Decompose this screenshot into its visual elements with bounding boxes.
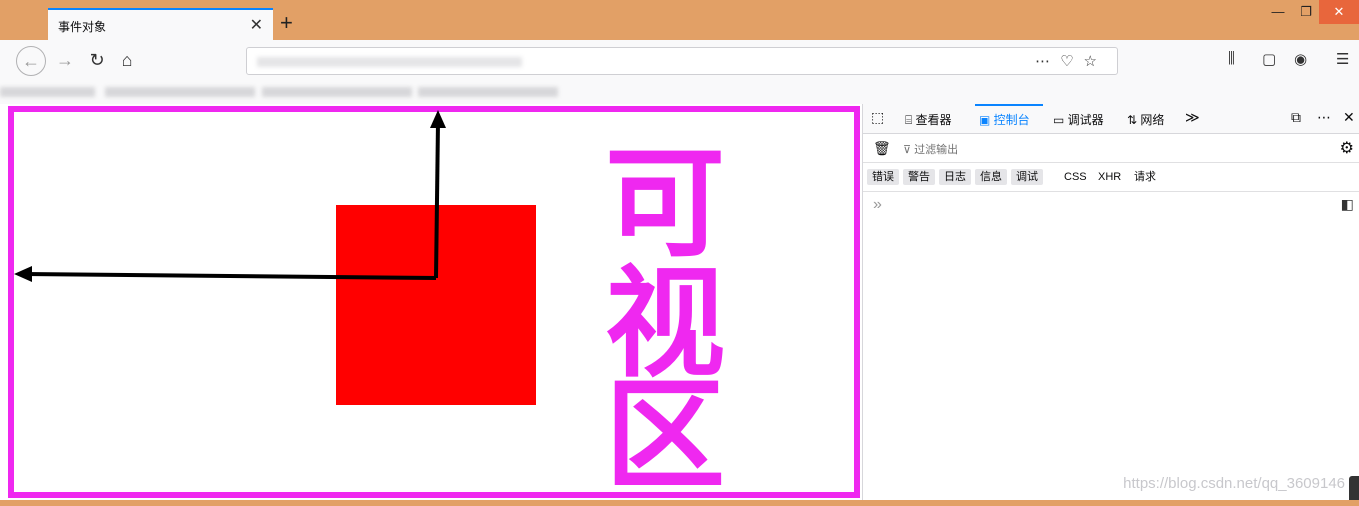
split-console-icon[interactable]: ◧ — [1341, 196, 1354, 213]
sidebar-icon[interactable]: ▢ — [1262, 50, 1276, 68]
up-arrowhead — [430, 110, 446, 128]
bookmarks-bar — [0, 80, 1359, 104]
filter-requests[interactable]: 请求 — [1129, 169, 1161, 185]
url-bar[interactable]: ⋯♡☆ — [246, 47, 1118, 75]
close-devtools-icon[interactable]: ✕ — [1343, 109, 1355, 126]
tab-inspector-label: 查看器 — [915, 113, 952, 127]
account-icon[interactable]: ◉ — [1294, 50, 1307, 68]
annotation-char-1: 可 — [605, 133, 725, 274]
blurred-bookmark[interactable] — [105, 87, 255, 97]
more-tabs-icon[interactable]: ≫ — [1185, 109, 1200, 126]
tab-console[interactable]: ▣ 控制台 — [979, 111, 1030, 128]
settings-gear-icon[interactable]: ⚙ — [1340, 138, 1354, 158]
blurred-bookmark[interactable] — [418, 87, 558, 97]
dock-icon[interactable]: ⧉ — [1291, 109, 1301, 126]
tab-network[interactable]: ⇅ 网络 — [1127, 111, 1164, 128]
element-picker-icon[interactable]: ⬚ — [871, 109, 884, 126]
trash-icon[interactable]: 🗑 — [873, 140, 891, 157]
console-prompt[interactable]: » — [873, 196, 882, 214]
active-tab-underline — [975, 104, 1043, 106]
tab-inspector[interactable]: ⌸ 查看器 — [905, 111, 952, 128]
blurred-bookmark[interactable] — [262, 87, 412, 97]
filter-xhr[interactable]: XHR — [1093, 169, 1126, 185]
devtools-tabs: ⬚ ⌸ 查看器 ▣ 控制台 ▭ 调试器 ⇅ 网络 ≫ ⧉ ⋯ ✕ — [863, 104, 1359, 134]
filter-warnings[interactable]: 警告 — [903, 169, 935, 185]
filter-css[interactable]: CSS — [1059, 169, 1092, 185]
filter-bar: 🗑 ⊽ 过滤输出 ⚙ — [863, 134, 1359, 163]
back-icon[interactable]: ← — [16, 46, 46, 76]
close-window-button[interactable]: ✕ — [1319, 0, 1359, 24]
category-filters: 错误 警告 日志 信息 调试 CSS XHR 请求 — [863, 163, 1359, 192]
url-action-icons[interactable]: ⋯♡☆ — [1035, 52, 1107, 70]
menu-icon[interactable]: ☰ — [1336, 50, 1349, 68]
scrollbar-corner — [1349, 476, 1359, 500]
left-arrowhead — [14, 266, 32, 282]
devtools-panel: ⬚ ⌸ 查看器 ▣ 控制台 ▭ 调试器 ⇅ 网络 ≫ ⧉ ⋯ ✕ 🗑 ⊽ 过滤输… — [862, 104, 1359, 500]
options-icon[interactable]: ⋯ — [1317, 109, 1331, 126]
watermark: https://blog.csdn.net/qq_3609146 — [1123, 475, 1345, 492]
tab-console-label: 控制台 — [993, 113, 1030, 127]
filter-input[interactable]: ⊽ 过滤输出 — [903, 141, 958, 157]
reload-icon[interactable]: ↻ — [84, 47, 110, 73]
filter-errors[interactable]: 错误 — [867, 169, 899, 185]
tab-debugger[interactable]: ▭ 调试器 — [1053, 111, 1104, 128]
forward-icon[interactable]: → — [52, 47, 78, 73]
blurred-url — [257, 57, 522, 67]
tab-title: 事件对象 — [58, 20, 107, 34]
left-arrow-line — [23, 272, 437, 280]
home-icon[interactable]: ⌂ — [114, 47, 140, 73]
filter-logs[interactable]: 日志 — [939, 169, 971, 185]
tab-close-icon[interactable]: ✕ — [250, 15, 263, 35]
tab-network-label: 网络 — [1140, 113, 1165, 127]
annotation-char-3: 区 — [605, 365, 725, 506]
library-icon[interactable]: ⫼ — [1228, 50, 1235, 67]
tab-debugger-label: 调试器 — [1067, 113, 1104, 127]
blurred-bookmark[interactable] — [0, 87, 95, 97]
new-tab-button[interactable]: + — [280, 10, 293, 36]
up-arrow-line — [434, 121, 440, 279]
filter-debug[interactable]: 调试 — [1011, 169, 1043, 185]
filter-placeholder: 过滤输出 — [914, 144, 959, 156]
title-bar: 事件对象 ✕ + — ❐ ✕ — [0, 0, 1359, 40]
browser-tab[interactable]: 事件对象 ✕ — [48, 8, 273, 40]
filter-info[interactable]: 信息 — [975, 169, 1007, 185]
